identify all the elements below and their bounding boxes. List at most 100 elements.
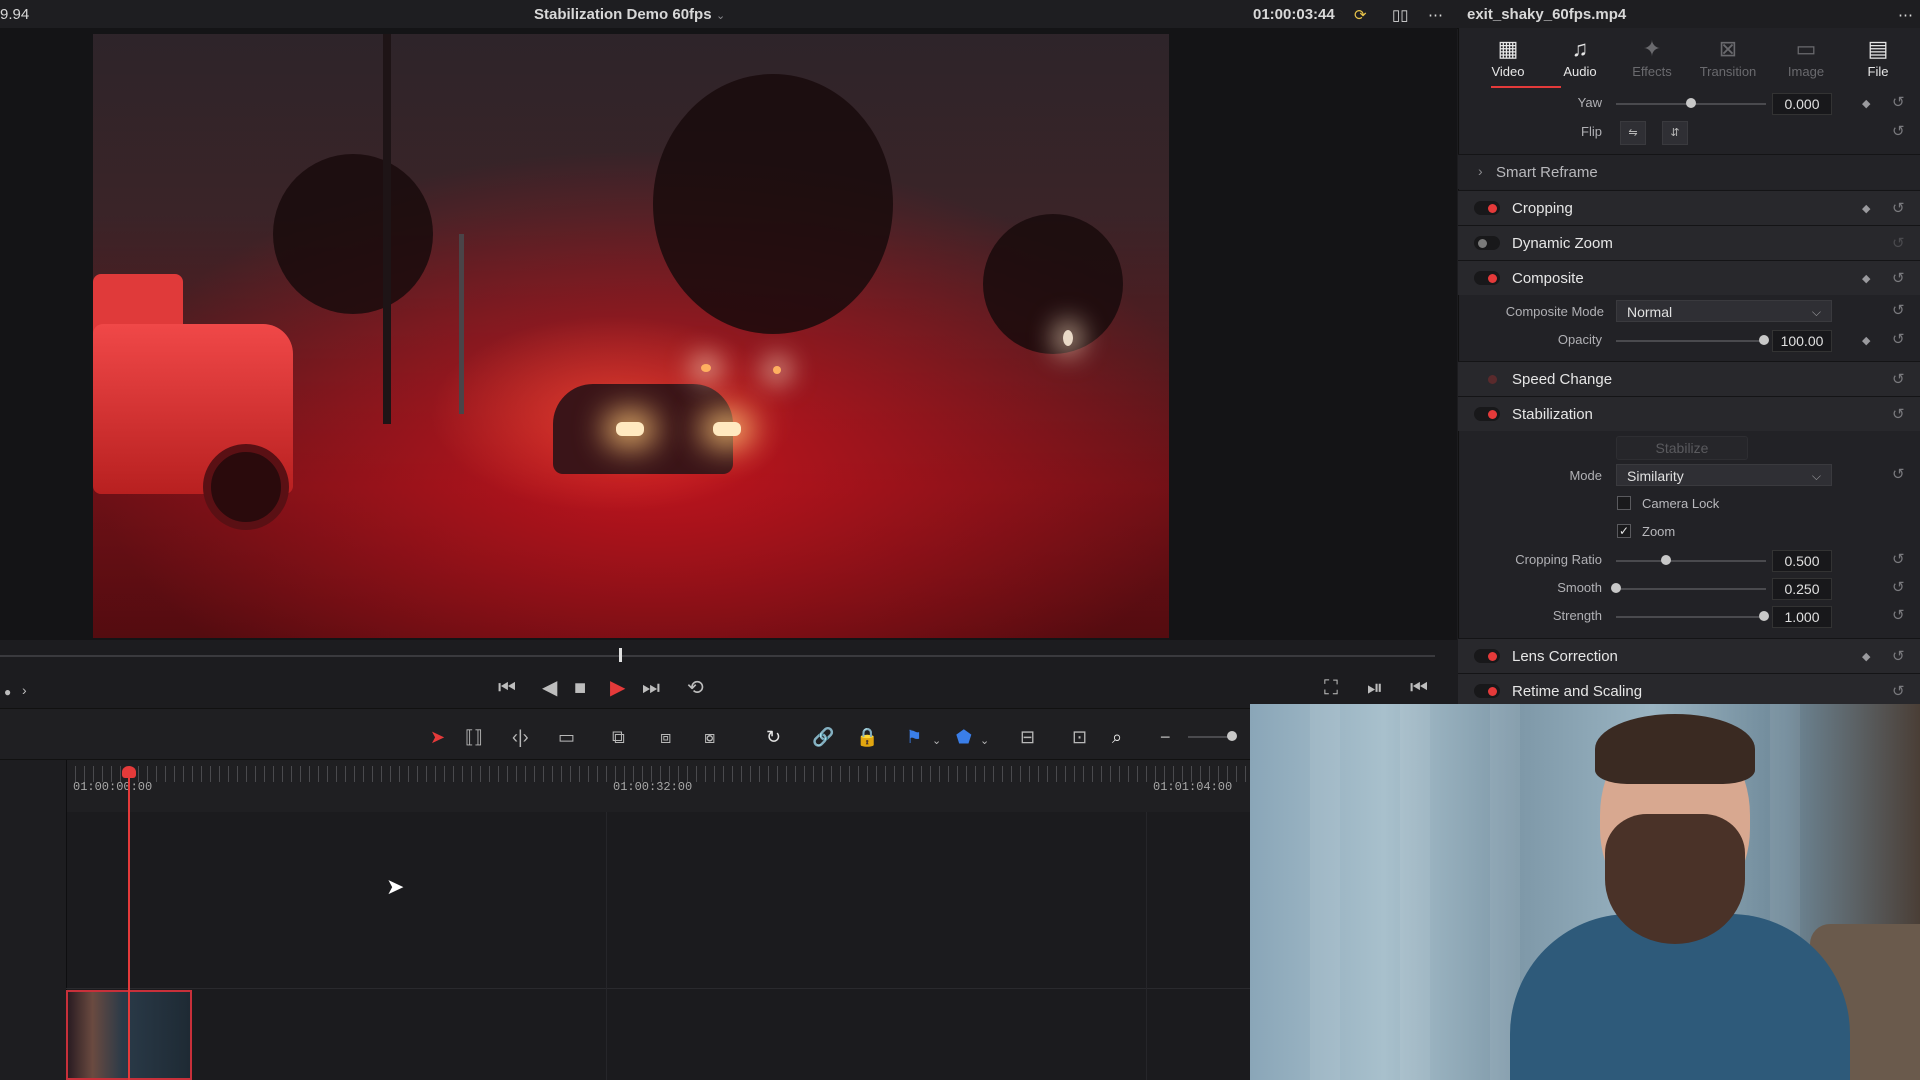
reset-icon[interactable]: ↺ [1892,647,1905,665]
zoom-out-icon[interactable]: − [1160,726,1171,748]
stabilization-mode-dropdown[interactable]: Similarity ⌵ [1616,464,1832,486]
reset-icon[interactable]: ↺ [1892,122,1905,140]
zoom-checkbox[interactable]: ✓ [1617,524,1631,538]
reset-icon[interactable]: ↺ [1892,301,1905,319]
strength-slider-knob[interactable] [1759,611,1769,621]
reset-icon[interactable]: ↺ [1892,199,1905,217]
selection-tool-icon[interactable]: ➤ [430,726,445,748]
zoom-slider-knob[interactable] [1227,731,1237,741]
composite-mode-dropdown[interactable]: Normal ⌵ [1616,300,1832,322]
layout-icon[interactable]: ▯▯ [1392,6,1409,24]
camera-lock-checkbox[interactable] [1617,496,1631,510]
more-options-icon[interactable]: ⋯ [1428,6,1443,24]
snapping-icon[interactable]: ↻ [766,726,781,748]
scrub-bar[interactable] [0,655,1435,657]
playhead-handle[interactable] [122,766,136,778]
opacity-slider-knob[interactable] [1759,335,1769,345]
reset-icon[interactable]: ↺ [1892,330,1905,348]
zoom-detail-icon[interactable]: ⊡ [1072,726,1087,748]
reset-icon[interactable]: ↺ [1892,682,1905,700]
tab-effects[interactable]: ✦ Effects [1616,36,1688,79]
loop-icon[interactable]: ⟲ [687,676,704,700]
reset-icon[interactable]: ↺ [1892,370,1905,388]
color-sync-icon[interactable]: ⟳ [1354,6,1367,24]
replace-clip-icon[interactable]: ⧇ [704,726,715,748]
video-preview[interactable] [93,34,1169,638]
tab-audio[interactable]: ♫ Audio [1544,36,1616,79]
section-title: Cropping [1512,200,1573,217]
reset-icon[interactable]: ↺ [1892,269,1905,287]
marker-icon[interactable]: ⬟ [956,726,972,748]
tab-video[interactable]: ▦ Video [1472,36,1544,79]
opacity-value[interactable]: 100.00 [1772,330,1832,352]
flag-icon[interactable]: ⚑ [906,726,922,748]
section-smart-reframe[interactable]: › Smart Reframe [1458,154,1920,189]
keyframe-icon[interactable]: ◆ [1862,97,1870,110]
zoom-custom-icon[interactable]: ⌕ [1112,726,1122,748]
opacity-slider[interactable] [1616,340,1766,342]
chevron-right-icon[interactable]: › [22,678,27,702]
section-cropping[interactable]: Cropping ◆ ↺ [1458,190,1920,225]
section-title: Retime and Scaling [1512,683,1643,700]
project-title[interactable]: Stabilization Demo 60fps [534,6,712,23]
reset-icon[interactable]: ↺ [1892,606,1905,624]
section-composite[interactable]: Composite ◆ ↺ [1458,260,1920,295]
smooth-slider[interactable] [1616,588,1766,590]
reset-icon[interactable]: ↺ [1892,465,1905,483]
cropping-ratio-slider-knob[interactable] [1661,555,1671,565]
keyframe-icon[interactable]: ◆ [1862,334,1870,347]
strength-value[interactable]: 1.000 [1772,606,1832,628]
stabilize-button[interactable]: Stabilize [1616,436,1748,460]
section-stabilization[interactable]: Stabilization ↺ [1458,396,1920,431]
timeline-playhead[interactable] [128,768,130,1080]
next-edit-icon[interactable]: ⏯ [1367,676,1383,700]
inspector-more-icon[interactable]: ⋯ [1898,6,1913,24]
yaw-value[interactable]: 0.000 [1772,93,1832,115]
smooth-slider-knob[interactable] [1611,583,1621,593]
flip-vertical-icon[interactable]: ⇵ [1662,121,1688,145]
section-speed-change[interactable]: Speed Change ↺ [1458,361,1920,396]
zoom-slider[interactable] [1188,736,1230,738]
section-lens-correction[interactable]: Lens Correction ◆ ↺ [1458,638,1920,673]
reset-icon[interactable]: ↺ [1892,550,1905,568]
reset-icon[interactable]: ↺ [1892,93,1905,111]
yaw-slider-knob[interactable] [1686,98,1696,108]
enabled-indicator [1488,410,1497,419]
zoom-full-icon[interactable]: ⊟ [1020,726,1035,748]
flip-horizontal-icon[interactable]: ⇋ [1620,121,1646,145]
reset-icon[interactable]: ↺ [1892,405,1905,423]
flag-dropdown-icon[interactable]: ⌄ [932,730,941,752]
reset-icon[interactable]: ↺ [1892,578,1905,596]
overwrite-clip-icon[interactable]: ⧈ [660,726,671,748]
reset-icon[interactable]: ↺ [1892,234,1905,252]
keyframe-icon[interactable]: ◆ [1862,202,1870,215]
tab-image[interactable]: ▭ Image [1770,36,1842,79]
chevron-down-icon[interactable]: ⌄ [716,9,725,22]
tab-file[interactable]: ▤ File [1842,36,1914,79]
insert-clip-icon[interactable]: ⧉ [612,726,625,748]
dynamic-trim-icon[interactable]: ‹|› [512,726,529,748]
tab-transition[interactable]: ⊠ Transition [1692,36,1764,79]
linked-selection-icon[interactable]: 🔗 [812,726,834,748]
cropping-ratio-slider[interactable] [1616,560,1766,562]
marker-dropdown-icon[interactable]: ⌄ [980,730,989,752]
fit-frame-icon[interactable]: ⛶ [1324,676,1338,700]
prev-edit-icon[interactable]: ⏮ [1410,676,1428,700]
play-icon[interactable]: ▶ [610,676,625,700]
skip-to-end-icon[interactable]: ⏭ [642,676,660,700]
section-dynamic-zoom[interactable]: Dynamic Zoom ↺ [1458,225,1920,260]
scrub-playhead[interactable] [619,648,622,662]
play-reverse-icon[interactable]: ◀ [542,676,557,700]
position-lock-icon[interactable]: 🔒 [856,726,878,748]
skip-to-start-icon[interactable]: ⏮ [498,676,516,700]
strength-slider[interactable] [1616,616,1766,618]
cropping-ratio-value[interactable]: 0.500 [1772,550,1832,572]
blade-tool-icon[interactable]: ▭ [558,726,575,748]
keyframe-icon[interactable]: ◆ [1862,272,1870,285]
keyframe-icon[interactable]: ◆ [1862,650,1870,663]
stop-icon[interactable]: ■ [574,676,586,700]
trim-tool-icon[interactable]: ⟦⟧ [465,726,483,748]
section-retime-scaling[interactable]: Retime and Scaling ↺ [1458,673,1920,705]
dot-icon[interactable]: ● [4,680,11,704]
smooth-value[interactable]: 0.250 [1772,578,1832,600]
